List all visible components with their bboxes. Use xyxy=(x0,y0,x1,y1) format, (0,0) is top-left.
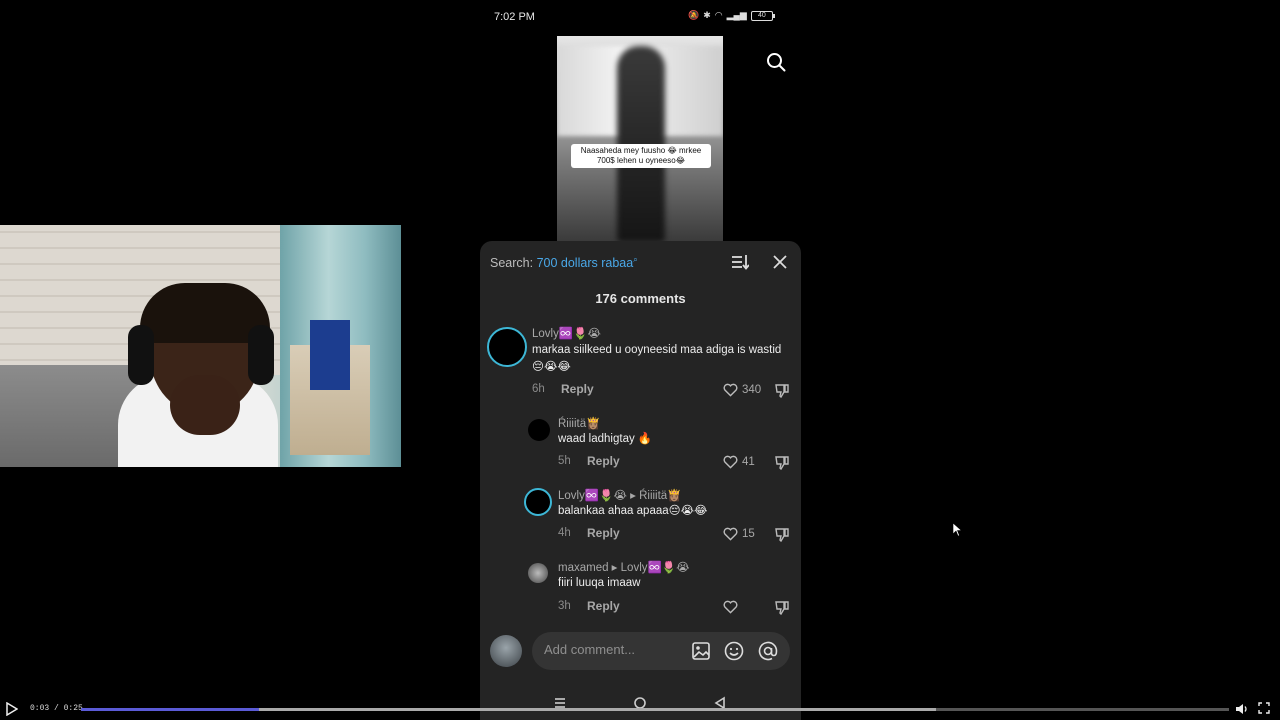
user-avatar[interactable] xyxy=(490,635,522,667)
dislike-icon[interactable] xyxy=(774,382,790,398)
like-count: 340 xyxy=(742,384,762,396)
shelf-box xyxy=(310,320,350,390)
comment-time: 3h xyxy=(558,600,571,612)
dislike-icon[interactable] xyxy=(774,526,790,542)
search-mini-icon: ⌕ xyxy=(633,255,638,264)
comment-text: markaa siilkeed u ooyneesid maa adiga is… xyxy=(532,344,782,373)
reply-button[interactable]: Reply xyxy=(587,454,620,468)
comment-time: 4h xyxy=(558,527,571,539)
streamer-hand xyxy=(170,375,240,435)
comment-username[interactable]: maxamed ▸ Lovly♾️🌷😭 xyxy=(558,560,690,574)
time-readout: 0:03 / 0:25 xyxy=(30,704,83,713)
search-label: Search: xyxy=(490,256,534,271)
webcam-overlay xyxy=(0,225,401,467)
like-button[interactable]: 340 xyxy=(723,383,761,397)
image-icon[interactable] xyxy=(690,640,712,662)
heart-icon xyxy=(723,383,738,397)
dislike-icon[interactable] xyxy=(774,599,790,615)
progress-bar[interactable] xyxy=(81,708,1229,711)
battery-icon: 40 xyxy=(750,10,775,21)
comment-count: 176 comments xyxy=(595,291,686,306)
comment-username[interactable]: Ŕiiiitä👸🏽 xyxy=(558,416,600,430)
search-row[interactable]: Search: 700 dollars rabaa⌕ xyxy=(490,255,638,270)
comment-text: fiiri luuqa imaaw xyxy=(558,577,641,589)
wifi-icon: ◠ xyxy=(714,10,723,20)
avatar[interactable] xyxy=(528,563,548,583)
mention-icon[interactable] xyxy=(757,640,779,662)
search-term-link[interactable]: 700 dollars rabaa xyxy=(537,256,634,270)
emoji-icon[interactable] xyxy=(723,640,745,662)
comment-box[interactable] xyxy=(532,632,790,670)
headphone-left xyxy=(128,325,154,385)
video-thumbnail[interactable]: Naasaheda mey fuusho 😂 mrkee 700$ lehen … xyxy=(557,36,723,242)
comment-text: waad ladhigtay 🔥 xyxy=(558,433,653,445)
avatar[interactable] xyxy=(487,327,527,367)
bluetooth-icon: ✱ xyxy=(703,10,711,20)
status-time: 7:02 PM xyxy=(494,11,535,23)
like-count: 15 xyxy=(742,528,755,540)
comment-time: 6h xyxy=(532,383,545,395)
like-count: 41 xyxy=(742,456,755,468)
comment-username[interactable]: Lovly♾️🌷😭 xyxy=(532,326,601,340)
video-caption: Naasaheda mey fuusho 😂 mrkee 700$ lehen … xyxy=(571,144,711,168)
progress-fill xyxy=(81,708,259,711)
dislike-icon[interactable] xyxy=(774,454,790,470)
sort-icon[interactable] xyxy=(731,254,749,270)
comment-username[interactable]: Lovly♾️🌷😭 ▸ Ŕiiiitä👸🏽 xyxy=(558,488,682,502)
like-button[interactable] xyxy=(723,600,742,614)
fullscreen-icon[interactable] xyxy=(1258,702,1270,714)
play-icon[interactable] xyxy=(6,702,18,716)
mute-icon: 🔕 xyxy=(688,10,700,20)
comment-text: balankaa ahaa apaaa😔😭😂 xyxy=(558,505,708,517)
like-button[interactable]: 15 xyxy=(723,527,755,541)
comment-input[interactable] xyxy=(544,642,684,657)
headphone-right xyxy=(248,325,274,385)
comment-time: 5h xyxy=(558,455,571,467)
comment-input-row xyxy=(480,625,801,677)
comment-panel: Search: 700 dollars rabaa⌕ 176 comments … xyxy=(480,241,801,720)
video-player-controls: 0:03 / 0:25 xyxy=(0,698,1280,720)
avatar[interactable] xyxy=(528,419,550,441)
heart-icon xyxy=(723,455,738,469)
reply-button[interactable]: Reply xyxy=(561,382,594,396)
status-icons: 🔕 ✱ ◠ ▂▄▆ 40 xyxy=(688,10,775,21)
reply-button[interactable]: Reply xyxy=(587,599,620,613)
mouse-cursor-icon xyxy=(953,523,962,537)
volume-icon[interactable] xyxy=(1235,702,1249,716)
heart-icon xyxy=(723,600,738,614)
close-icon[interactable] xyxy=(772,254,788,270)
avatar[interactable] xyxy=(524,488,552,516)
heart-icon xyxy=(723,527,738,541)
like-button[interactable]: 41 xyxy=(723,455,755,469)
search-icon[interactable] xyxy=(766,52,786,72)
signal-icon: ▂▄▆ xyxy=(726,10,747,20)
reply-button[interactable]: Reply xyxy=(587,526,620,540)
